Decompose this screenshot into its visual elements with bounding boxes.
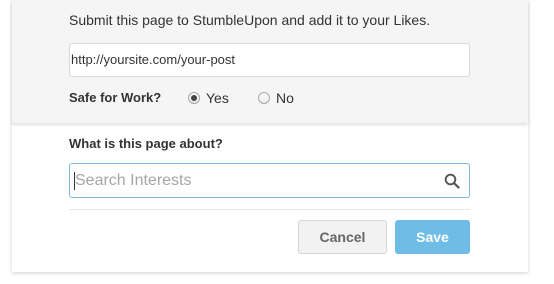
radio-checked-icon[interactable] [188, 92, 200, 104]
radio-label-no: No [276, 90, 294, 106]
safe-for-work-label: Safe for Work? [69, 90, 162, 105]
safe-for-work-row: Safe for Work? Yes No [69, 89, 369, 107]
text-caret [74, 172, 75, 190]
search-input[interactable] [75, 164, 435, 197]
divider [69, 209, 470, 210]
submit-dialog: Submit this page to StumbleUpon and add … [12, 0, 528, 272]
radio-unchecked-icon[interactable] [258, 92, 270, 104]
interests-question: What is this page about? [69, 136, 223, 151]
interests-search-box[interactable] [69, 163, 470, 198]
cancel-button[interactable]: Cancel [298, 220, 387, 254]
safe-for-work-yes-option[interactable]: Yes [188, 89, 229, 107]
url-field[interactable]: http://yoursite.com/your-post [69, 43, 470, 77]
save-button[interactable]: Save [395, 220, 470, 254]
safe-for-work-no-option[interactable]: No [258, 89, 294, 107]
radio-label-yes: Yes [206, 90, 229, 106]
search-icon[interactable] [444, 173, 460, 189]
intro-text: Submit this page to StumbleUpon and add … [69, 12, 431, 28]
submit-panel: Submit this page to StumbleUpon and add … [12, 0, 528, 123]
